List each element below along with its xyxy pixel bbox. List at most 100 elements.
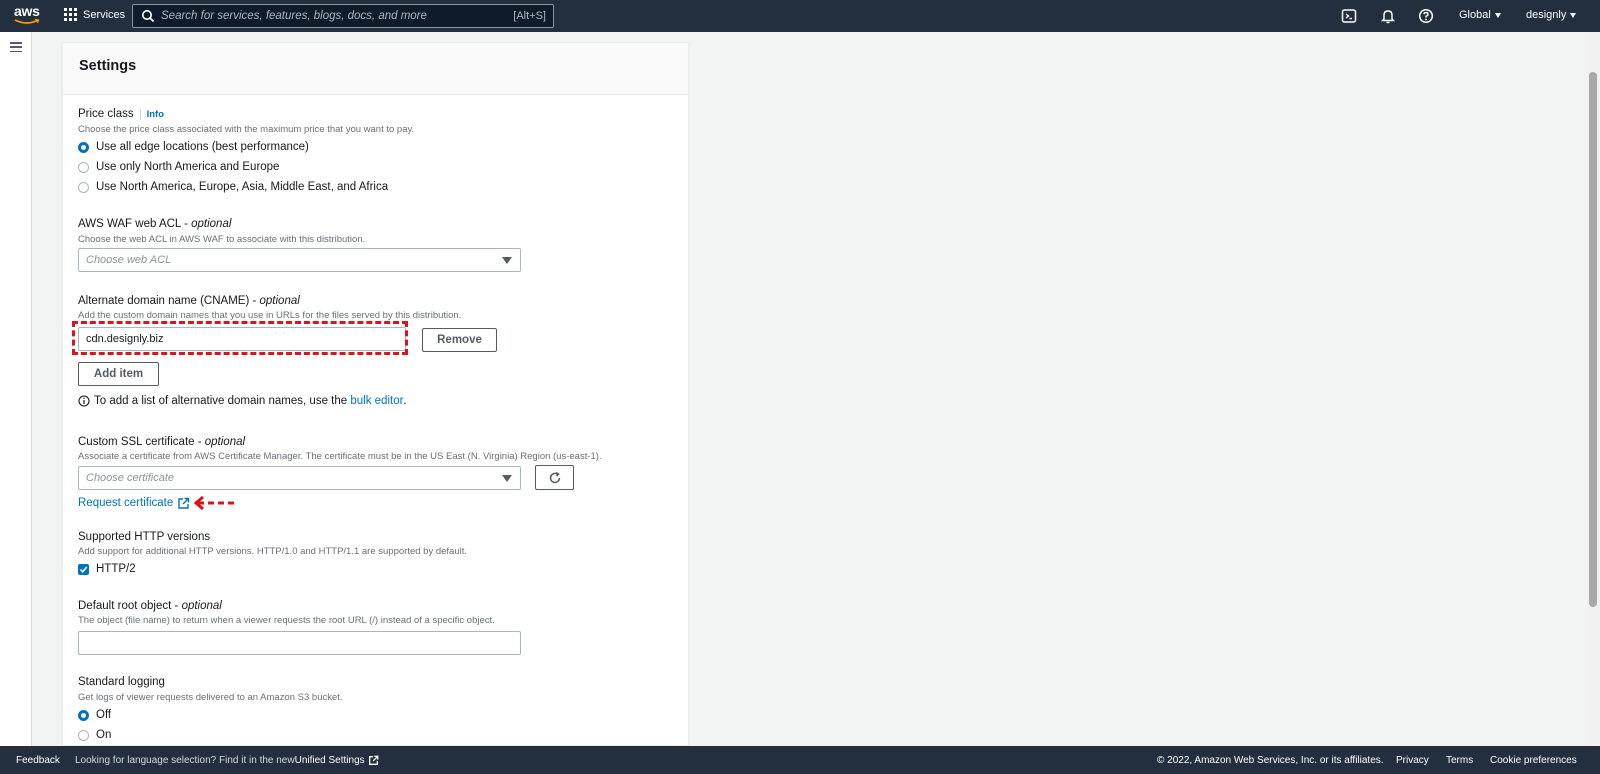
http2-label: HTTP/2 <box>96 563 136 575</box>
cname-description: Add the custom domain names that you use… <box>78 310 462 321</box>
side-navigation-rail <box>0 32 32 746</box>
search-input[interactable] <box>161 10 514 22</box>
top-navigation: aws Services [Alt+S] Global <box>0 0 1600 32</box>
cname-label: Alternate domain name (CNAME) - optional <box>78 295 300 307</box>
grid-icon <box>64 8 77 21</box>
logging-option-off[interactable]: Off <box>78 707 111 723</box>
help-icon[interactable] <box>1418 8 1434 24</box>
radio-unselected[interactable] <box>78 729 89 741</box>
cname-label-text: Alternate domain name (CNAME) - <box>78 295 260 307</box>
services-label: Services <box>83 8 126 21</box>
root-object-input[interactable] <box>78 631 521 655</box>
price-class-option-all[interactable]: Use all edge locations (best performance… <box>78 139 309 155</box>
scrollbar-thumb[interactable] <box>1589 72 1597 607</box>
annotation-highlight-box <box>72 321 408 355</box>
caret-down-icon <box>502 256 512 264</box>
price-class-label-row: Price class Info <box>78 108 165 120</box>
cloudshell-icon[interactable] <box>1341 8 1357 24</box>
price-class-description: Choose the price class associated with t… <box>78 124 415 135</box>
root-object-description: The object (file name) to return when a … <box>78 615 495 626</box>
region-label: Global <box>1459 9 1491 21</box>
ssl-description: Associate a certificate from AWS Certifi… <box>78 451 602 462</box>
hamburger-icon[interactable] <box>10 42 22 52</box>
waf-acl-placeholder: Choose web ACL <box>86 254 172 266</box>
ssl-label: Custom SSL certificate - optional <box>78 436 245 448</box>
region-selector[interactable]: Global <box>1459 9 1501 21</box>
terms-link[interactable]: Terms <box>1446 755 1473 766</box>
search-bar[interactable]: [Alt+S] <box>132 4 554 28</box>
price-class-option-label: Use all edge locations (best performance… <box>96 141 309 153</box>
caret-down-icon <box>1570 12 1577 18</box>
ssl-certificate-select[interactable]: Choose certificate <box>78 466 521 490</box>
http2-option[interactable]: HTTP/2 <box>78 561 136 577</box>
waf-description: Choose the web ACL in AWS WAF to associa… <box>78 234 366 245</box>
logging-label: Standard logging <box>78 676 165 688</box>
language-notice: Looking for language selection? Find it … <box>75 755 379 766</box>
root-object-label: Default root object - optional <box>78 600 222 612</box>
bulk-editor-hint-text: To add a list of alternative domain name… <box>94 395 348 407</box>
radio-selected[interactable] <box>78 141 89 153</box>
aws-logo[interactable]: aws <box>14 4 42 28</box>
language-notice-text: Looking for language selection? Find it … <box>75 755 295 766</box>
ssl-certificate-placeholder: Choose certificate <box>86 472 175 484</box>
account-label: designly <box>1526 9 1567 21</box>
logging-description: Get logs of viewer requests delivered to… <box>78 692 343 703</box>
aws-smile-icon <box>14 19 40 24</box>
privacy-link[interactable]: Privacy <box>1396 755 1429 766</box>
bulk-editor-hint: To add a list of alternative domain name… <box>78 395 407 407</box>
copyright: © 2022, Amazon Web Services, Inc. or its… <box>1157 755 1384 766</box>
remove-cname-button[interactable]: Remove <box>422 328 497 352</box>
services-menu[interactable]: Services <box>64 8 125 21</box>
external-link-icon[interactable] <box>177 497 190 510</box>
price-class-option-label: Use only North America and Europe <box>96 161 280 173</box>
settings-panel: Settings Price class Info Choose the pric… <box>62 42 689 746</box>
price-class-info-link[interactable]: Info <box>139 109 165 120</box>
logging-option-label: Off <box>96 709 112 721</box>
waf-label: AWS WAF web ACL - optional <box>78 218 231 230</box>
ssl-label-text: Custom SSL certificate - <box>78 436 205 448</box>
root-object-label-text: Default root object - <box>78 600 182 612</box>
refresh-icon <box>549 471 560 483</box>
request-certificate-row: Request certificate <box>78 495 238 511</box>
price-class-option-na-eu-asia[interactable]: Use North America, Europe, Asia, Middle … <box>78 179 388 195</box>
http-versions-description: Add support for additional HTTP versions… <box>78 546 467 557</box>
http2-checkbox[interactable] <box>78 563 89 575</box>
radio-unselected[interactable] <box>78 161 89 173</box>
radio-unselected[interactable] <box>78 181 89 193</box>
waf-label-text: AWS WAF web ACL - <box>78 218 192 230</box>
logging-option-on[interactable]: On <box>78 727 111 743</box>
cookie-preferences-link[interactable]: Cookie preferences <box>1490 755 1577 766</box>
info-icon <box>78 395 90 407</box>
price-class-option-na-eu[interactable]: Use only North America and Europe <box>78 159 279 175</box>
search-icon <box>142 10 155 23</box>
price-class-option-label: Use North America, Europe, Asia, Middle … <box>96 181 389 193</box>
add-item-button[interactable]: Add item <box>78 362 159 386</box>
settings-header: Settings <box>63 43 688 95</box>
scrollbar[interactable] <box>1587 32 1600 746</box>
refresh-certificates-button[interactable] <box>535 465 574 490</box>
waf-acl-select[interactable]: Choose web ACL <box>78 248 521 272</box>
bulk-editor-link[interactable]: bulk editor <box>350 395 403 407</box>
feedback-link[interactable]: Feedback <box>16 755 60 766</box>
caret-down-icon <box>502 474 512 482</box>
request-certificate-link[interactable]: Request certificate <box>78 497 173 509</box>
aws-logo-text: aws <box>14 3 40 19</box>
settings-title: Settings <box>79 58 137 74</box>
external-link-icon[interactable] <box>368 755 379 766</box>
unified-settings-link[interactable]: Unified Settings <box>295 755 365 766</box>
radio-selected[interactable] <box>78 709 89 721</box>
account-menu[interactable]: designly <box>1526 9 1577 21</box>
search-shortcut: [Alt+S] <box>513 10 546 22</box>
annotation-arrow-icon <box>194 495 237 511</box>
optional-tag: optional <box>204 436 246 448</box>
bell-icon[interactable] <box>1380 8 1396 24</box>
optional-tag: optional <box>191 218 232 230</box>
checkmark-icon <box>79 565 88 573</box>
footer: Feedback Looking for language selection?… <box>0 746 1600 774</box>
bulk-editor-hint-suffix: . <box>403 395 407 407</box>
optional-tag: optional <box>181 600 222 612</box>
optional-tag: optional <box>259 295 300 307</box>
logging-option-label: On <box>96 729 112 741</box>
price-class-label: Price class <box>78 108 134 120</box>
http-versions-label: Supported HTTP versions <box>78 531 211 543</box>
